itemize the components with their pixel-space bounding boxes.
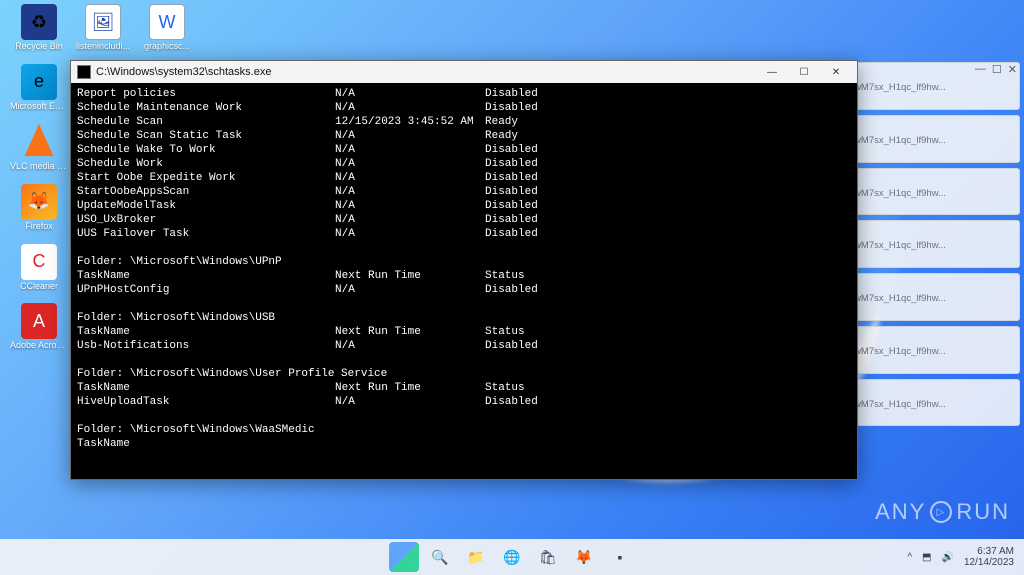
- cmd-title: C:\Windows\system32\schtasks.exe: [96, 66, 271, 78]
- cmd-taskbar-icon[interactable]: ▪: [605, 542, 635, 572]
- clock[interactable]: 6:37 AM 12/14/2023: [964, 546, 1014, 568]
- toast-close[interactable]: ✕: [1008, 63, 1017, 76]
- tray-chevron-icon[interactable]: ^: [907, 552, 912, 563]
- start-button[interactable]: [389, 542, 419, 572]
- vlc-icon[interactable]: VLC media player: [10, 124, 68, 172]
- volume-icon[interactable]: 🔊: [941, 552, 953, 563]
- cmd-app-icon: [77, 65, 91, 79]
- network-icon[interactable]: ⬒: [922, 552, 931, 563]
- maximize-button[interactable]: ☐: [789, 63, 819, 81]
- system-tray[interactable]: ^ ⬒ 🔊 6:37 AM 12/14/2023: [907, 546, 1024, 568]
- toast-max[interactable]: ☐: [992, 63, 1002, 76]
- icon-label: Firefox: [25, 222, 53, 232]
- ccleaner-icon[interactable]: CCCleaner: [10, 244, 68, 292]
- icon-label: VLC media player: [10, 162, 68, 172]
- icon-label: CCleaner: [20, 282, 58, 292]
- firefox-taskbar-icon[interactable]: 🦊: [569, 542, 599, 572]
- toast-minimize[interactable]: —: [975, 63, 986, 76]
- recycle-bin-icon[interactable]: ♻Recycle Bin: [10, 4, 68, 52]
- cmd-output: Report policiesN/ADisabledSchedule Maint…: [71, 83, 857, 455]
- icon-label: Recycle Bin: [15, 42, 63, 52]
- search-icon[interactable]: 🔍: [425, 542, 455, 572]
- word-doc-icon[interactable]: Wgraphicsc...: [138, 4, 196, 52]
- close-button[interactable]: ✕: [821, 63, 851, 81]
- clock-date: 12/14/2023: [964, 557, 1014, 568]
- icon-label: graphicsc...: [144, 42, 190, 52]
- acrobat-icon[interactable]: AAdobe Acrobat: [10, 303, 68, 351]
- file-icon[interactable]: 🖼listenincludi...: [74, 4, 132, 52]
- play-icon: ▷: [930, 501, 952, 523]
- cmd-titlebar[interactable]: C:\Windows\system32\schtasks.exe — ☐ ✕: [71, 61, 857, 83]
- edge-icon[interactable]: eMicrosoft Edge: [10, 64, 68, 112]
- edge-taskbar-icon[interactable]: 🌐: [497, 542, 527, 572]
- explorer-icon[interactable]: 📁: [461, 542, 491, 572]
- taskbar: 🔍 📁 🌐 🛍 🦊 ▪ ^ ⬒ 🔊 6:37 AM 12/14/2023: [0, 539, 1024, 575]
- anyrun-watermark: ANY▷RUN: [875, 499, 1010, 525]
- icon-label: Adobe Acrobat: [10, 341, 68, 351]
- store-icon[interactable]: 🛍: [533, 542, 563, 572]
- taskbar-center: 🔍 📁 🌐 🛍 🦊 ▪: [389, 542, 635, 572]
- minimize-button[interactable]: —: [757, 63, 787, 81]
- firefox-icon[interactable]: 🦊Firefox: [10, 184, 68, 232]
- clock-time: 6:37 AM: [964, 546, 1014, 557]
- icon-label: Microsoft Edge: [10, 102, 68, 112]
- icon-label: listenincludi...: [76, 42, 130, 52]
- cmd-window[interactable]: C:\Windows\system32\schtasks.exe — ☐ ✕ R…: [70, 60, 858, 480]
